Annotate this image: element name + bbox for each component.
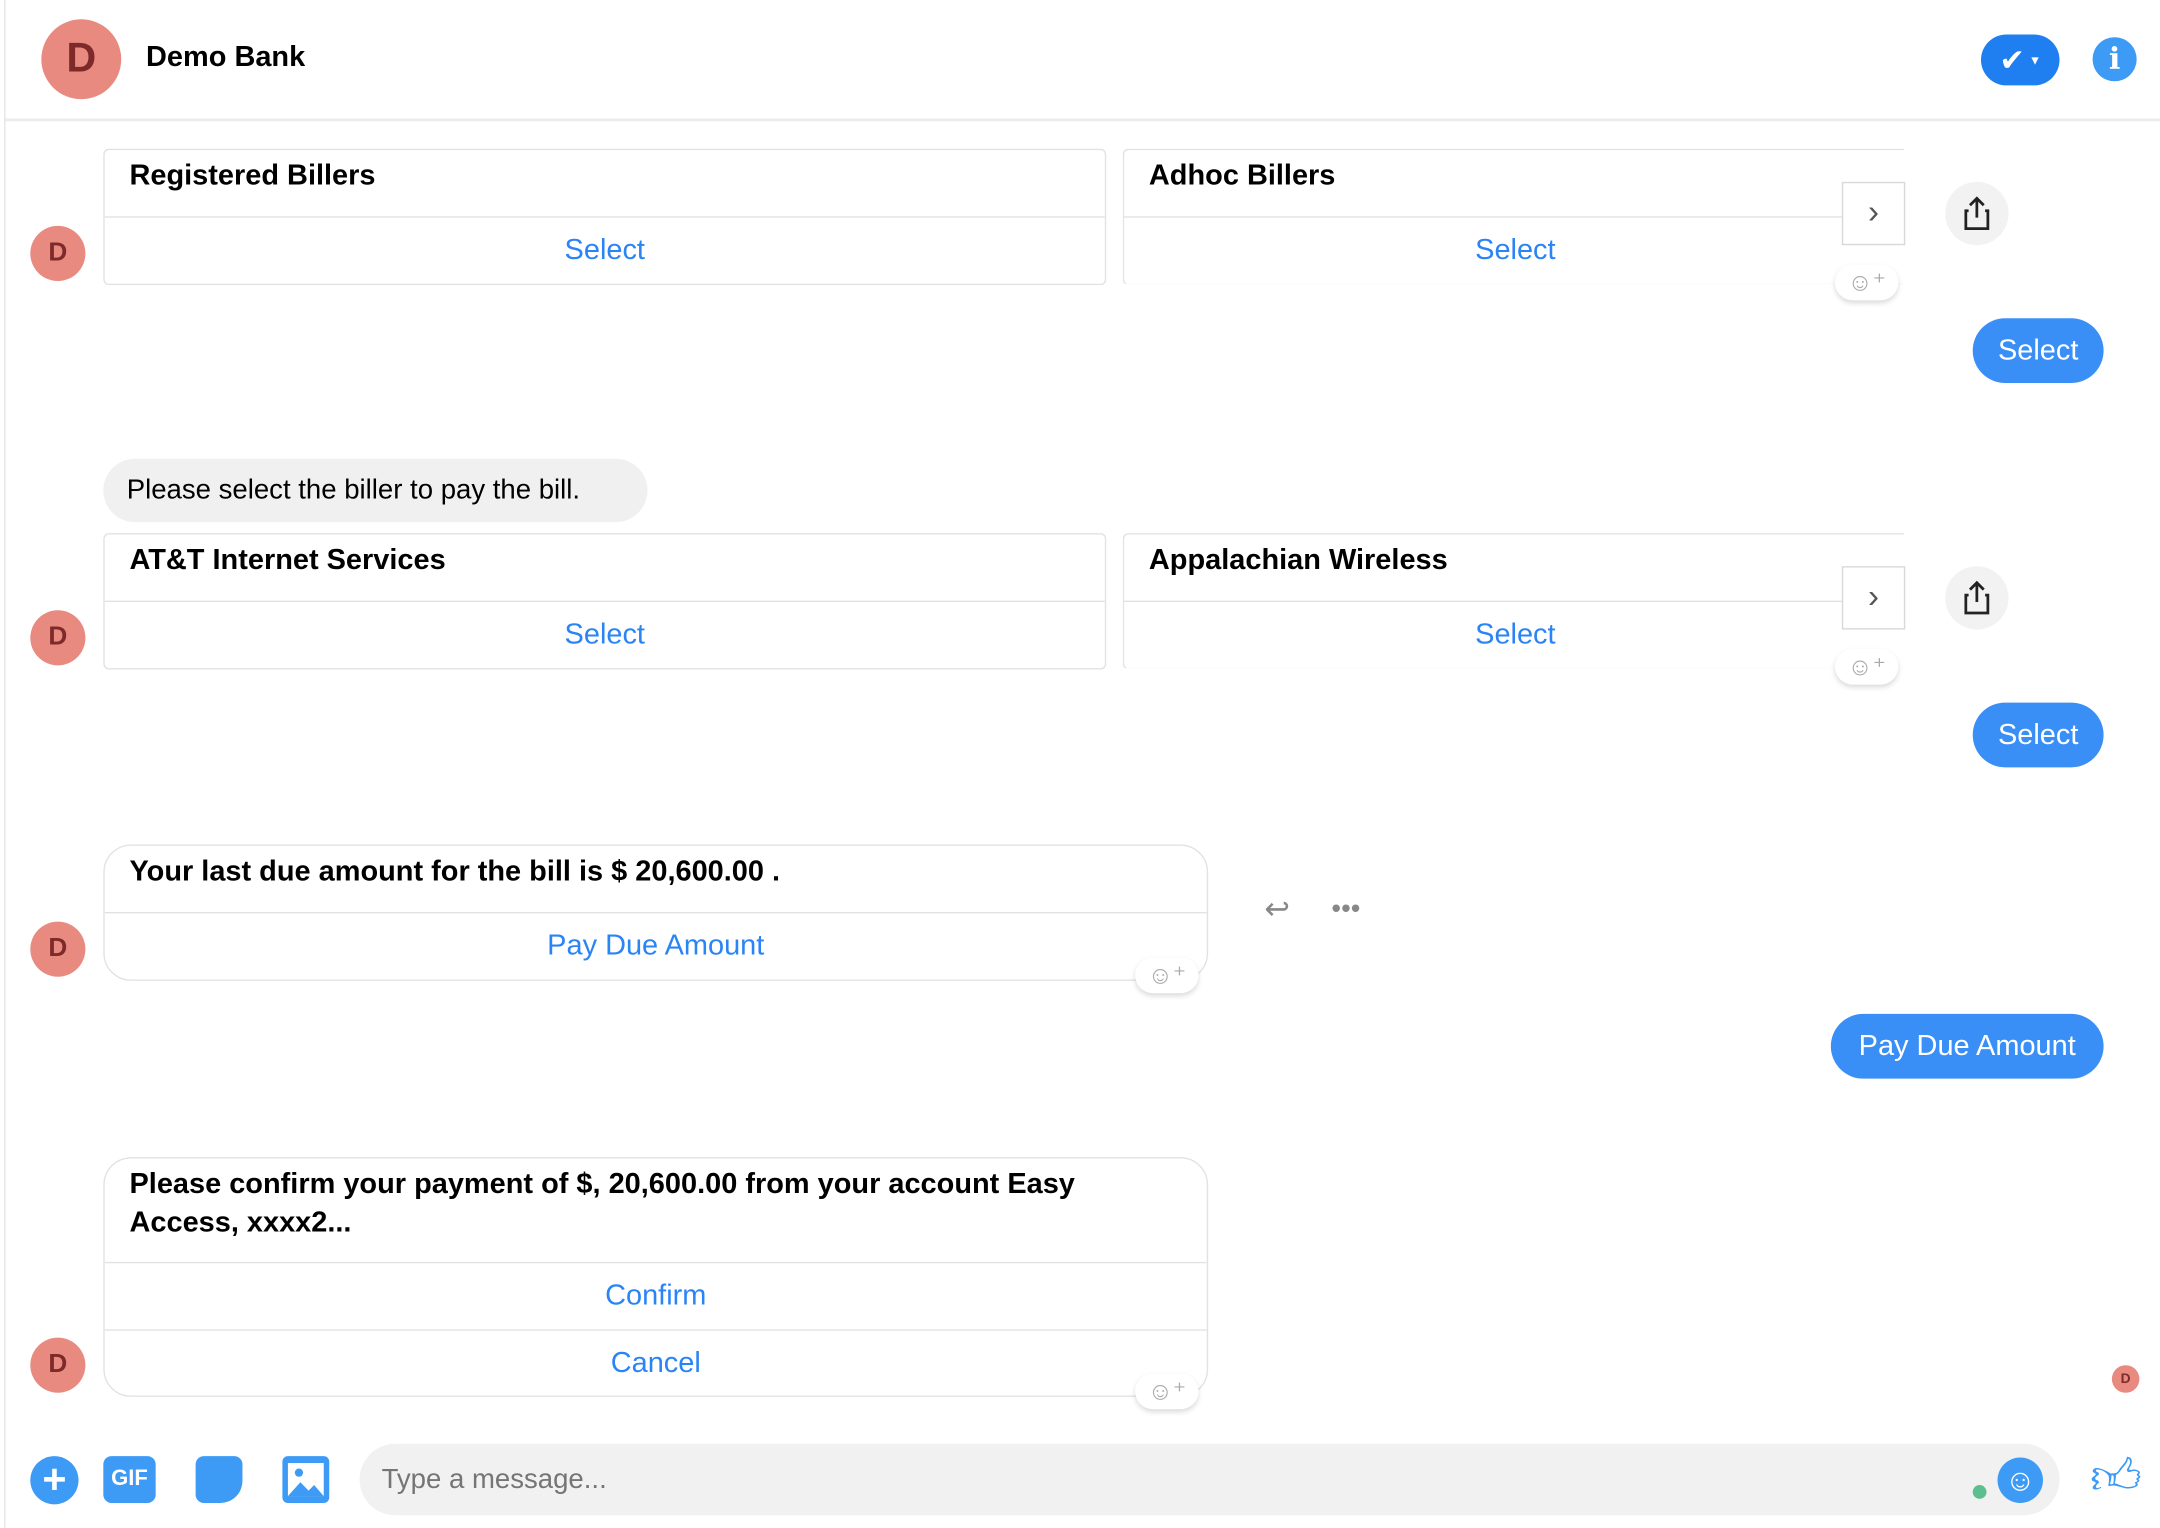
thumbs-up-icon[interactable]: 👍︎ [2088, 1448, 2143, 1504]
header: D Demo Bank ✔ ▼ i [5, 0, 2160, 122]
caret-down-icon: ▼ [2028, 53, 2042, 67]
pay-due-amount-button[interactable]: Pay Due Amount [105, 913, 1207, 979]
card-att-internet: AT&T Internet Services Select [103, 533, 1107, 670]
select-button[interactable]: Select [1124, 218, 1904, 284]
card-title: Appalachian Wireless [1124, 535, 1904, 603]
gif-icon[interactable]: GIF [103, 1456, 156, 1503]
card-title: Adhoc Billers [1124, 150, 1904, 218]
confirm-payment-card: Please confirm your payment of $, 20,600… [103, 1157, 1209, 1397]
sticker-icon[interactable] [195, 1456, 243, 1503]
add-reaction-icon[interactable]: ☺⁺ [1834, 264, 1899, 301]
avatar: D [41, 19, 122, 100]
card-appalachian-wireless: Appalachian Wireless Select [1122, 533, 1904, 669]
card-title: Registered Billers [104, 150, 1105, 218]
chevron-right-icon[interactable]: › [1841, 566, 1906, 630]
select-button[interactable]: Select [1124, 602, 1904, 668]
info-icon[interactable]: i [2092, 37, 2137, 82]
avatar: D [30, 1337, 86, 1393]
confirm-button[interactable]: Confirm [105, 1263, 1207, 1329]
card-title: AT&T Internet Services [104, 535, 1105, 603]
divider [4, 0, 6, 1528]
card-title: Please confirm your payment of $, 20,600… [104, 1159, 1207, 1264]
page-title: Demo Bank [146, 41, 306, 74]
message-input[interactable] [359, 1443, 2060, 1516]
sent-message: Select [1972, 702, 2104, 768]
check-icon: ✔ [1999, 42, 2025, 77]
read-receipt-avatar: D [2111, 1365, 2140, 1393]
card-registered-billers: Registered Billers Select [103, 148, 1107, 286]
add-reaction-icon[interactable]: ☺⁺ [1135, 1373, 1199, 1410]
carousel-clip: Adhoc Billers Select [1122, 148, 1904, 284]
check-dropdown-button[interactable]: ✔ ▼ [1980, 34, 2060, 86]
received-message: Please select the biller to pay the bill… [103, 458, 648, 523]
share-icon[interactable] [1945, 566, 2009, 630]
carousel-clip: Appalachian Wireless Select [1122, 533, 1904, 669]
add-reaction-icon[interactable]: ☺⁺ [1834, 648, 1899, 685]
chevron-right-icon[interactable]: › [1841, 181, 1906, 246]
share-icon[interactable] [1945, 181, 2009, 246]
select-button[interactable]: Select [105, 218, 1105, 284]
avatar: D [30, 225, 86, 282]
cancel-button[interactable]: Cancel [104, 1329, 1207, 1395]
more-options-icon[interactable]: ••• [1325, 893, 1366, 926]
plus-icon[interactable]: + [30, 1456, 79, 1505]
emoji-icon[interactable]: ☺ [1997, 1457, 2043, 1503]
select-button[interactable]: Select [105, 602, 1105, 668]
online-indicator [1972, 1485, 1987, 1499]
card-adhoc-billers: Adhoc Billers Select [1122, 148, 1904, 284]
avatar: D [30, 921, 86, 977]
sent-message: Select [1972, 318, 2104, 383]
card-title: Your last due amount for the bill is $ 2… [104, 846, 1207, 914]
add-reaction-icon[interactable]: ☺⁺ [1135, 957, 1199, 994]
sent-message: Pay Due Amount [1830, 1013, 2104, 1079]
due-amount-card: Your last due amount for the bill is $ 2… [103, 844, 1209, 981]
avatar: D [30, 610, 86, 666]
image-icon[interactable] [282, 1456, 330, 1503]
reply-icon[interactable]: ↩ [1256, 891, 1297, 925]
